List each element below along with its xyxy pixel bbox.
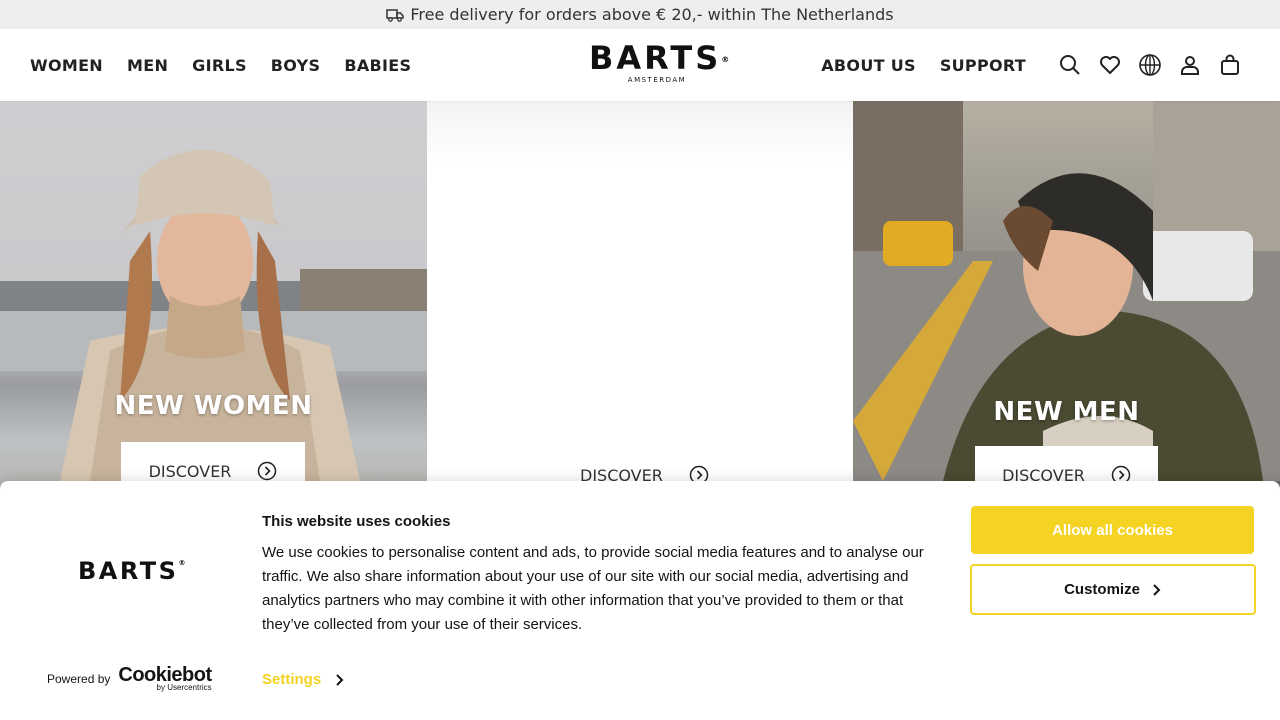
cookie-logo-reg: ® bbox=[178, 559, 186, 567]
nav-babies[interactable]: BABIES bbox=[344, 56, 411, 75]
heart-icon[interactable] bbox=[1098, 53, 1122, 77]
cookie-body-text: We use cookies to personalise content an… bbox=[262, 544, 924, 633]
nav-women[interactable]: WOMEN bbox=[30, 56, 103, 75]
search-icon[interactable] bbox=[1058, 53, 1082, 77]
allow-all-cookies-button[interactable]: Allow all cookies bbox=[971, 506, 1254, 554]
discover-women-label: DISCOVER bbox=[148, 461, 232, 481]
powered-by-cookiebot[interactable]: Powered by Cookiebot by Usercentrics bbox=[47, 665, 212, 692]
logo-word: BARTS bbox=[589, 39, 722, 77]
bag-icon[interactable] bbox=[1218, 53, 1242, 77]
site-header: WOMEN MEN GIRLS BOYS BABIES BARTS® AMSTE… bbox=[0, 29, 1280, 101]
nav-boys[interactable]: BOYS bbox=[271, 56, 321, 75]
chevron-right-icon bbox=[1153, 583, 1161, 596]
header-icons bbox=[1058, 29, 1242, 101]
announcement-text: Free delivery for orders above € 20,- wi… bbox=[410, 5, 894, 24]
nav-men[interactable]: MEN bbox=[127, 56, 168, 75]
truck-icon bbox=[386, 8, 405, 22]
cookiebot-logo-sub: by Usercentrics bbox=[156, 683, 212, 692]
customize-button[interactable]: Customize bbox=[970, 564, 1256, 615]
nav-girls[interactable]: GIRLS bbox=[192, 56, 247, 75]
cookie-banner-logo: BARTS® bbox=[78, 557, 185, 585]
settings-link[interactable]: Settings bbox=[262, 671, 345, 688]
cookiebot-logo: Cookiebot by Usercentrics bbox=[118, 664, 212, 692]
nav-about-us[interactable]: ABOUT US bbox=[821, 56, 916, 75]
allow-all-cookies-label: Allow all cookies bbox=[1052, 521, 1173, 539]
globe-icon[interactable] bbox=[1138, 53, 1162, 77]
secondary-nav: ABOUT US SUPPORT bbox=[821, 29, 1026, 101]
logo-sub: AMSTERDAM bbox=[627, 76, 687, 84]
brand-logo[interactable]: BARTS® AMSTERDAM bbox=[589, 39, 729, 87]
settings-label: Settings bbox=[262, 671, 322, 688]
hero-men-title: NEW MEN bbox=[993, 397, 1140, 427]
announcement-bar: Free delivery for orders above € 20,- wi… bbox=[0, 0, 1280, 29]
cookie-logo-word: BARTS bbox=[78, 557, 179, 585]
customize-label: Customize bbox=[1064, 581, 1140, 598]
hero-women-title: NEW WOMEN bbox=[114, 391, 313, 421]
user-icon[interactable] bbox=[1178, 53, 1202, 77]
arrow-circle-right-icon bbox=[258, 461, 277, 481]
cookiebot-logo-main: Cookiebot bbox=[118, 664, 212, 686]
primary-nav: WOMEN MEN GIRLS BOYS BABIES bbox=[30, 29, 411, 101]
chevron-right-icon bbox=[336, 673, 344, 686]
logo-reg: ® bbox=[721, 55, 733, 64]
cookie-banner: BARTS® This website uses cookies We use … bbox=[0, 481, 1280, 720]
nav-support[interactable]: SUPPORT bbox=[940, 56, 1026, 75]
cookie-title: This website uses cookies bbox=[262, 513, 451, 530]
powered-by-text: Powered by bbox=[47, 671, 111, 686]
